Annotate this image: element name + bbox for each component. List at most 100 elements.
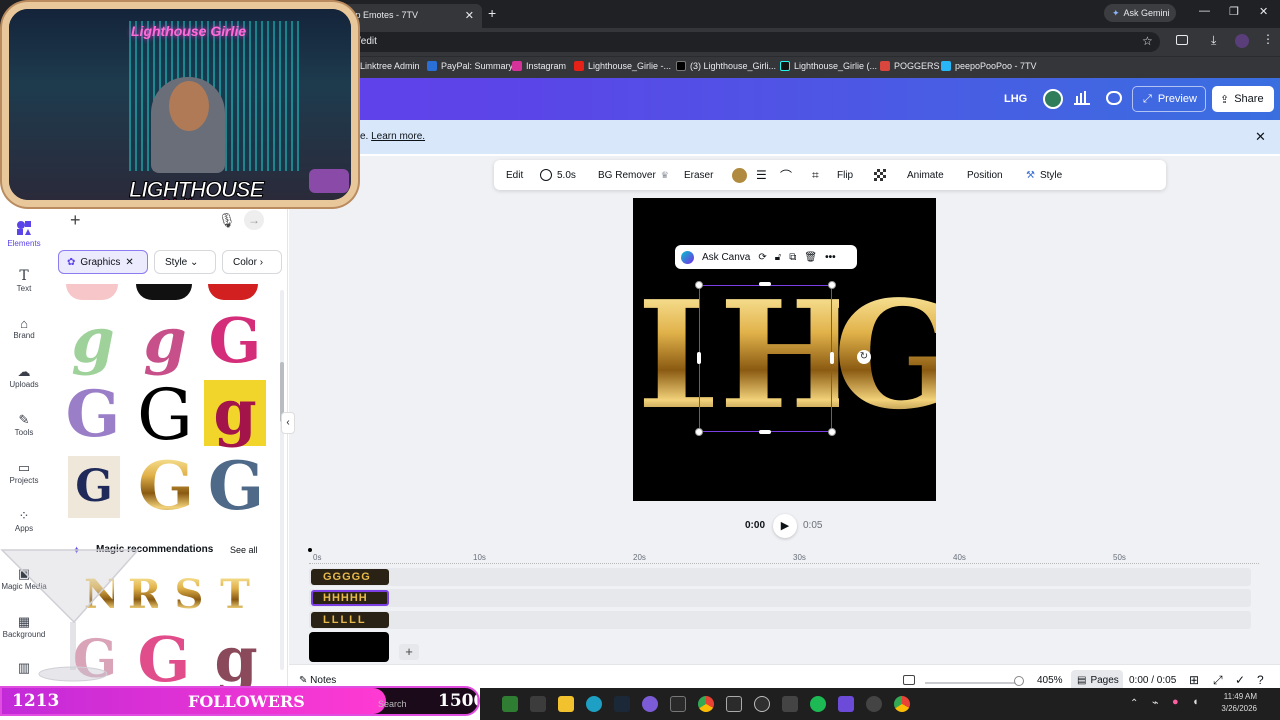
trash-icon[interactable]: 🗑︎ [804, 252, 817, 263]
tray-chevron-icon[interactable]: ⌃ [1130, 698, 1138, 709]
see-all-link[interactable]: See all [230, 545, 258, 555]
share-button[interactable]: ⇪ Share [1212, 86, 1274, 112]
border-style-button[interactable]: ☰ [756, 160, 767, 190]
file-explorer-icon[interactable] [558, 696, 574, 712]
clock-time[interactable]: 11:49 AM [1213, 692, 1257, 701]
task-view-icon[interactable] [530, 696, 546, 712]
project-title[interactable]: LHG [1004, 93, 1027, 105]
app-icon[interactable] [838, 696, 854, 712]
timeline-ruler[interactable]: 0s 10s 20s 30s 40s 50s [309, 550, 1259, 564]
sidebar-item-elements[interactable]: Elements [0, 220, 48, 248]
color-dropdown[interactable]: Color › [222, 250, 282, 274]
bookmark-instagram[interactable]: Instagram [512, 61, 566, 71]
graphic-thumb[interactable]: g [62, 306, 124, 376]
graphic-thumb[interactable] [136, 284, 192, 300]
graphic-thumb[interactable]: G [132, 380, 198, 450]
duration-button[interactable]: 5.0s [540, 160, 576, 190]
playhead[interactable] [308, 548, 312, 552]
bookmark-paypal[interactable]: PayPal: Summary [427, 61, 513, 71]
eraser-button[interactable]: Eraser [684, 160, 713, 190]
bookmark-7tv[interactable]: peepoPooPoo - 7TV [941, 61, 1037, 71]
track-clip-h[interactable]: HHHHH [311, 590, 389, 606]
steam-icon[interactable] [614, 696, 630, 712]
obs-icon[interactable] [866, 696, 882, 712]
check-icon[interactable]: ✓ [1235, 673, 1245, 687]
edge-icon[interactable] [586, 696, 602, 712]
bookmark-linktree[interactable]: Linktree Admin [360, 61, 420, 71]
track-clip-l[interactable]: LLLLL [311, 612, 389, 628]
url-field[interactable]: /edit [340, 32, 1160, 52]
taskbar-app-icon[interactable] [502, 696, 518, 712]
chrome-profile-icon[interactable] [894, 696, 910, 712]
resize-handle[interactable] [697, 352, 701, 364]
more-options-icon[interactable]: ••• [825, 252, 836, 263]
bookmark-youtube[interactable]: Lighthouse_Girlie -... [574, 61, 671, 71]
selection-box[interactable] [699, 285, 832, 432]
graphic-thumb[interactable]: G [68, 456, 120, 518]
sidebar-item-projects[interactable]: ▭ Projects [0, 460, 48, 485]
app-icon[interactable] [782, 696, 798, 712]
bookmark-star-icon[interactable]: ☆ [1142, 34, 1153, 48]
profile-avatar[interactable] [1235, 34, 1249, 48]
graphic-thumb[interactable]: g [204, 629, 268, 691]
microphone-icon[interactable]: 🎙︎ [218, 212, 236, 229]
clock-date[interactable]: 3/26/2026 [1213, 704, 1257, 713]
graphic-thumb[interactable] [66, 284, 118, 300]
sidebar-item-tools[interactable]: ✎ Tools [0, 412, 48, 437]
banner-close-icon[interactable]: ✕ [1255, 129, 1266, 145]
graphic-thumb[interactable]: G [204, 450, 268, 522]
browser-tab[interactable]: Top Emotes - 7TV ✕ [338, 4, 482, 28]
resize-handle[interactable] [695, 428, 703, 436]
refresh-icon[interactable]: ⟳ [758, 252, 766, 263]
restore-icon[interactable]: ❐ [1229, 5, 1239, 18]
crop-button[interactable]: ⌗ [812, 160, 819, 190]
chrome-icon[interactable] [698, 696, 714, 712]
duplicate-icon[interactable]: ⧉ [789, 252, 796, 263]
graphic-thumb[interactable]: G [62, 380, 124, 450]
comment-icon[interactable] [1106, 91, 1122, 105]
grid-view-icon[interactable]: ⊞ [1189, 673, 1199, 687]
style-button[interactable]: ⚒ Style [1026, 160, 1062, 190]
lock-icon[interactable]: 🔓︎ [775, 252, 781, 263]
help-icon[interactable]: ? [1257, 673, 1264, 687]
sidebar-item-text[interactable]: T Text [0, 268, 48, 293]
new-tab-icon[interactable]: + [488, 5, 496, 21]
sidebar-item-brand[interactable]: ⌂ Brand [0, 316, 48, 340]
add-page-icon[interactable]: + [399, 644, 419, 660]
zoom-level[interactable]: 405% [1037, 675, 1063, 686]
rotate-handle-icon[interactable]: ↻ [857, 350, 871, 364]
discord-icon[interactable] [642, 696, 658, 712]
graphic-thumb[interactable]: G [134, 450, 198, 522]
add-icon[interactable]: + [70, 210, 81, 231]
page-fit-icon[interactable] [903, 675, 915, 685]
fullscreen-icon[interactable]: ⤢ [1213, 673, 1223, 688]
insights-icon[interactable] [1074, 91, 1090, 105]
cast-icon[interactable] [1176, 35, 1188, 45]
design-page[interactable]: L H G ↻ [633, 198, 936, 501]
volume-icon[interactable]: ◖ [1192, 696, 1199, 708]
download-icon[interactable]: ⤓ [1211, 33, 1216, 48]
page-thumbnail[interactable] [309, 632, 389, 662]
magic-thumb[interactable]: S [174, 572, 204, 618]
flip-button[interactable]: Flip [837, 160, 853, 190]
close-window-icon[interactable]: ✕ [1259, 5, 1268, 18]
zoom-slider[interactable] [925, 682, 1021, 684]
bookmark-poggers[interactable]: POGGERS [880, 61, 940, 71]
ask-canva-button[interactable]: Ask Canva [702, 252, 750, 263]
graphic-thumb[interactable] [208, 284, 258, 300]
learn-more-link[interactable]: Learn more. [371, 131, 425, 142]
tab-close-icon[interactable]: ✕ [465, 9, 474, 22]
user-avatar[interactable] [1043, 89, 1063, 109]
spotify-icon[interactable] [810, 696, 826, 712]
resize-handle[interactable] [828, 428, 836, 436]
sidebar-item-apps[interactable]: ⁘ Apps [0, 508, 48, 533]
ask-gemini-button[interactable]: ✦ Ask Gemini [1104, 4, 1176, 22]
bg-remover-button[interactable]: BG Remover ♛ [598, 160, 669, 190]
magic-thumb[interactable]: T [220, 572, 250, 618]
track-clip-g[interactable]: GGGGG [311, 569, 389, 585]
minimize-icon[interactable]: — [1199, 5, 1210, 17]
network-icon[interactable]: ⌁ [1152, 696, 1159, 709]
browser-menu-icon[interactable]: ⋮ [1262, 32, 1274, 46]
letter-g-graphic[interactable]: G [833, 280, 936, 430]
resize-handle[interactable] [828, 281, 836, 289]
